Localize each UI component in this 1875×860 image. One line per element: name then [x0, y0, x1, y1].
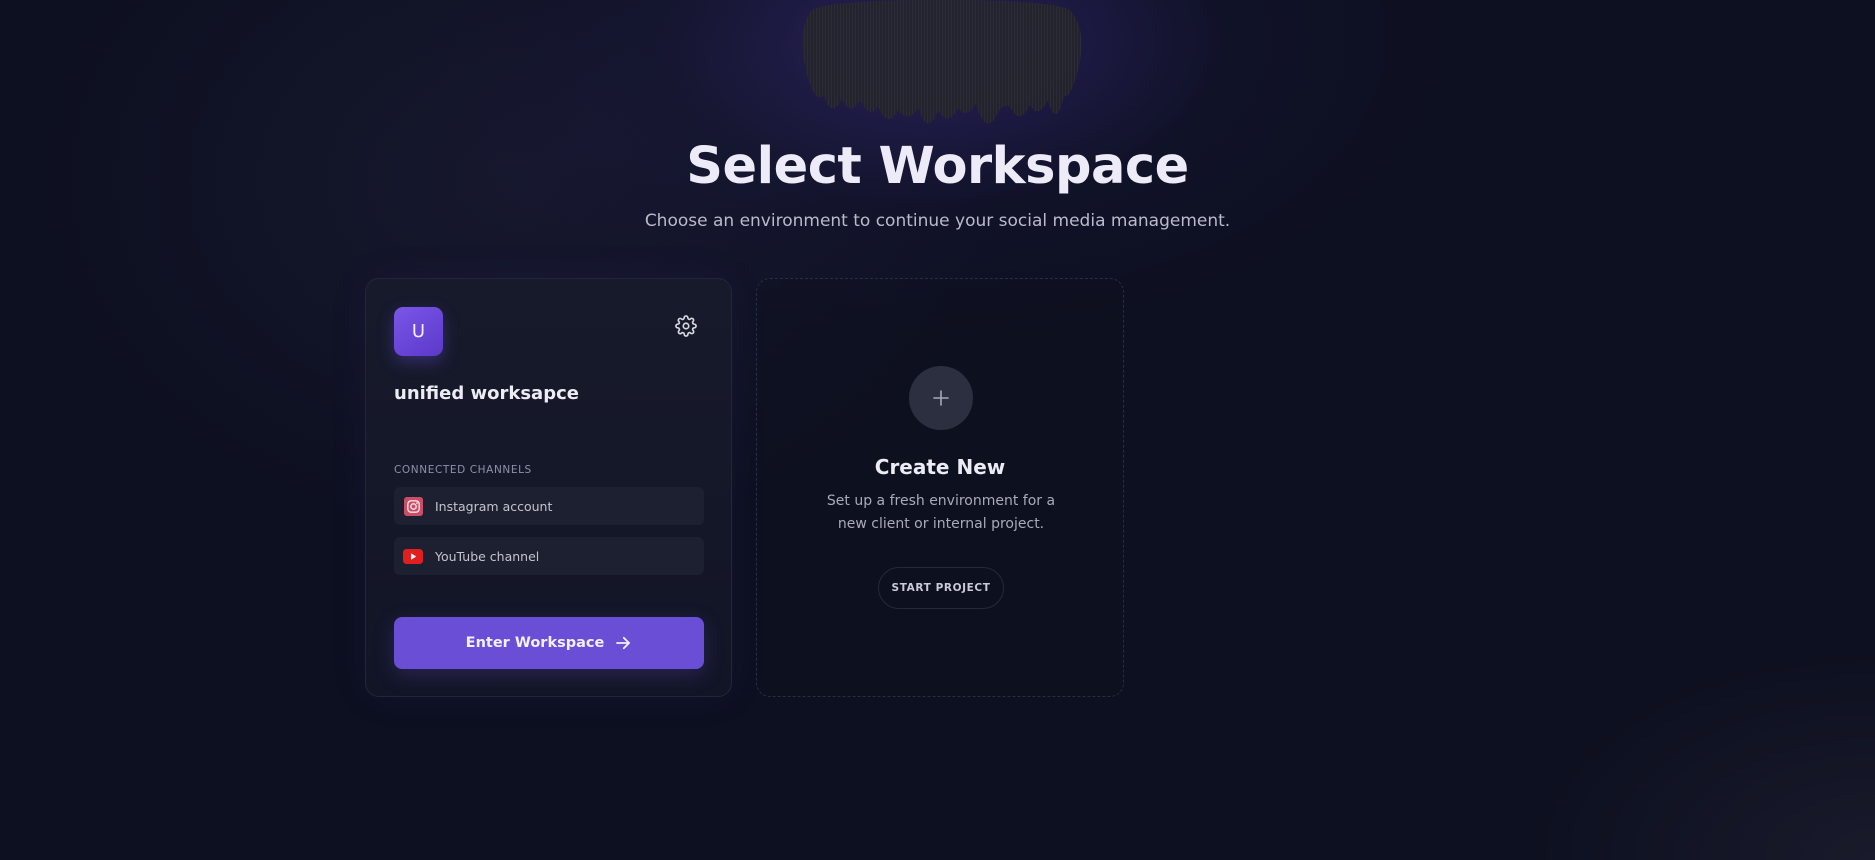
decorative-banner-shape: [802, 0, 1082, 124]
channel-label: YouTube channel: [435, 548, 540, 564]
page-header: Select Workspace Choose an environment t…: [0, 136, 1875, 232]
gear-icon: [675, 315, 697, 337]
page-title: Select Workspace: [686, 137, 1189, 196]
workspace-name: unified worksapce: [394, 383, 579, 404]
enter-workspace-button[interactable]: Enter Workspace: [394, 617, 704, 669]
create-new-card[interactable]: Create New Set up a fresh environment fo…: [756, 278, 1124, 697]
create-new-title: Create New: [874, 455, 1006, 479]
arrow-right-icon: [614, 634, 632, 652]
youtube-icon: [403, 546, 423, 566]
enter-workspace-label: Enter Workspace: [465, 635, 605, 651]
create-new-plus-button[interactable]: [909, 366, 973, 430]
instagram-icon: [403, 496, 423, 516]
connected-channels-label: CONNECTED CHANNELS: [394, 464, 532, 476]
create-new-description: Set up a fresh environment for a new cli…: [826, 493, 1056, 532]
plus-icon: [933, 390, 949, 406]
start-project-button[interactable]: START PROJECT: [878, 567, 1004, 609]
workspace-settings-button[interactable]: [673, 313, 699, 339]
channel-item-instagram: Instagram account: [394, 487, 704, 525]
workspace-avatar: U: [394, 307, 443, 356]
channel-label: Instagram account: [435, 498, 553, 514]
page-subtitle: Choose an environment to continue your s…: [644, 211, 1231, 231]
workspace-card: U unified worksapce CONNECTED CHANNELS I…: [365, 278, 732, 697]
channel-item-youtube: YouTube channel: [394, 537, 704, 575]
